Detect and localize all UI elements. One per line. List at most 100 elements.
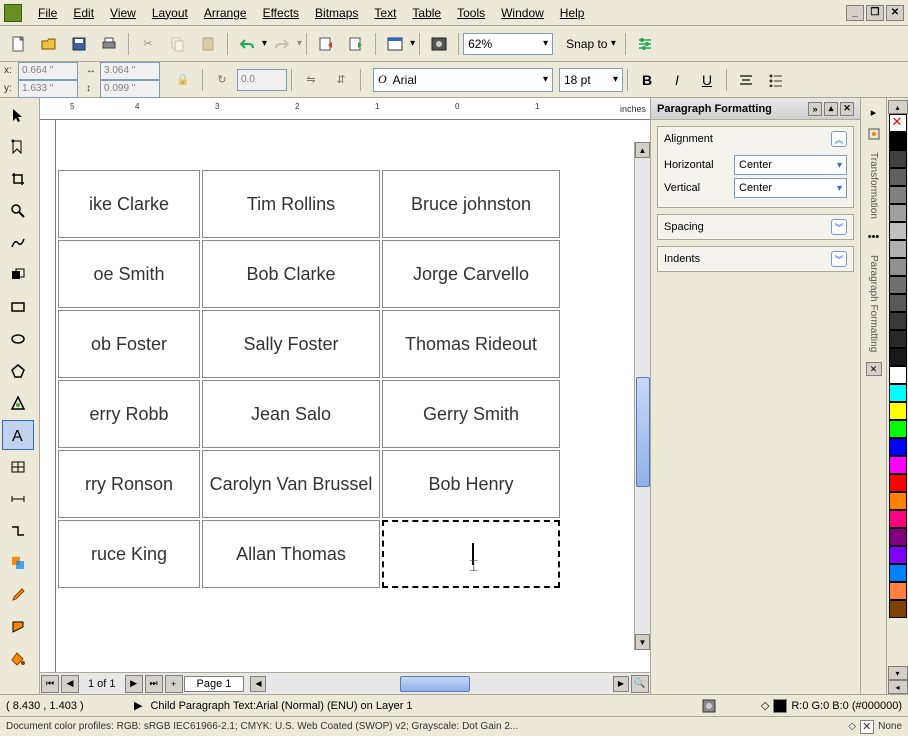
docker-tab-close-button[interactable]: ✕ (866, 362, 882, 376)
color-swatch[interactable] (889, 420, 907, 438)
menu-table[interactable]: Table (404, 3, 449, 23)
snap-to-combo[interactable]: Snap to ▾ (561, 33, 621, 55)
shape-tool[interactable] (2, 132, 34, 162)
freehand-tool[interactable] (2, 228, 34, 258)
scroll-left-button[interactable]: ◀ (250, 676, 266, 692)
interactive-tool[interactable] (2, 548, 34, 578)
redo-button[interactable] (269, 31, 295, 57)
horizontal-scroll-thumb[interactable] (400, 676, 470, 692)
table-cell[interactable]: erry Robb (58, 380, 200, 448)
color-swatch[interactable] (889, 348, 907, 366)
transformation-tab[interactable]: Transformation (868, 152, 879, 219)
table-cell[interactable]: ob Foster (58, 310, 200, 378)
font-size-combo[interactable]: 18 pt ▾ (559, 68, 623, 92)
color-swatch[interactable] (889, 582, 907, 600)
menu-edit[interactable]: Edit (65, 3, 102, 23)
horizontal-align-select[interactable]: Center▾ (734, 155, 847, 175)
color-swatch[interactable] (889, 222, 907, 240)
table-cell-editing[interactable]: ⌶ (382, 520, 560, 588)
color-swatch[interactable] (889, 366, 907, 384)
docker-expand-button[interactable]: » (808, 102, 822, 116)
table-cell[interactable]: Gerry Smith (382, 380, 560, 448)
ellipse-tool[interactable] (2, 324, 34, 354)
navigator-button[interactable]: 🔍 (631, 675, 649, 693)
cut-button[interactable]: ✂ (135, 31, 161, 57)
color-swatch[interactable] (889, 132, 907, 150)
prev-page-button[interactable]: ◀ (61, 675, 79, 693)
palette-flyout-button[interactable]: ◂ (888, 680, 908, 694)
last-page-button[interactable]: ⏭ (145, 675, 163, 693)
color-swatch[interactable] (889, 312, 907, 330)
color-swatch[interactable] (889, 330, 907, 348)
app-launcher-button[interactable] (382, 31, 408, 57)
scroll-up-button[interactable]: ▲ (635, 142, 650, 158)
document-canvas[interactable]: ike ClarkeTim RollinsBruce johnston oe S… (40, 120, 650, 672)
first-page-button[interactable]: ⏮ (41, 675, 59, 693)
table-cell[interactable]: Jorge Carvello (382, 240, 560, 308)
width-input[interactable] (100, 62, 160, 80)
docker-titlebar[interactable]: Paragraph Formatting » ▴ ✕ (651, 98, 860, 120)
menu-bitmaps[interactable]: Bitmaps (307, 3, 366, 23)
document-table[interactable]: ike ClarkeTim RollinsBruce johnston oe S… (56, 168, 562, 590)
font-combo[interactable]: O Arial ▾ (373, 68, 553, 92)
table-cell[interactable]: Carolyn Van Brussel (202, 450, 380, 518)
app-launcher-dropdown-icon[interactable]: ▾ (410, 38, 415, 49)
menu-file[interactable]: File (30, 3, 65, 23)
underline-button[interactable]: U (694, 68, 720, 92)
height-input[interactable] (100, 80, 160, 98)
paste-button[interactable] (195, 31, 221, 57)
undo-button[interactable] (234, 31, 260, 57)
page-tab[interactable]: Page 1 (184, 676, 245, 692)
color-swatch[interactable] (889, 456, 907, 474)
table-cell[interactable]: Bob Henry (382, 450, 560, 518)
object-properties-icon[interactable] (864, 124, 884, 144)
smart-fill-tool[interactable] (2, 260, 34, 290)
color-swatch[interactable] (889, 438, 907, 456)
menu-text[interactable]: Text (366, 3, 404, 23)
vertical-ruler[interactable] (40, 120, 56, 672)
expand-button[interactable]: ︾ (831, 219, 847, 235)
vertical-align-select[interactable]: Center▾ (734, 178, 847, 198)
next-page-button[interactable]: ▶ (125, 675, 143, 693)
menu-view[interactable]: View (102, 3, 144, 23)
open-button[interactable] (36, 31, 62, 57)
menu-window[interactable]: Window (493, 3, 552, 23)
save-button[interactable] (66, 31, 92, 57)
basic-shapes-tool[interactable] (2, 388, 34, 418)
import-button[interactable] (313, 31, 339, 57)
table-cell[interactable]: rry Ronson (58, 450, 200, 518)
table-cell[interactable]: Tim Rollins (202, 170, 380, 238)
color-swatch[interactable] (889, 168, 907, 186)
color-swatch[interactable] (889, 564, 907, 582)
table-cell[interactable]: Bob Clarke (202, 240, 380, 308)
menu-arrange[interactable]: Arrange (196, 3, 255, 23)
table-cell[interactable]: Sally Foster (202, 310, 380, 378)
options-button[interactable] (632, 31, 658, 57)
window-minimize-button[interactable]: _ (846, 5, 864, 21)
redo-dropdown-icon[interactable]: ▾ (297, 38, 302, 49)
scroll-down-button[interactable]: ▼ (635, 634, 650, 650)
connector-tool[interactable] (2, 516, 34, 546)
color-swatch[interactable] (889, 600, 907, 618)
dimension-tool[interactable] (2, 484, 34, 514)
bullets-button[interactable] (763, 67, 789, 93)
color-swatch[interactable] (889, 276, 907, 294)
table-cell[interactable]: Bruce johnston (382, 170, 560, 238)
color-swatch[interactable] (889, 240, 907, 258)
eyedropper-tool[interactable] (2, 580, 34, 610)
horizontal-ruler[interactable]: 5 4 3 2 1 0 1 inches (40, 98, 650, 120)
table-tool[interactable] (2, 452, 34, 482)
paragraph-formatting-tab[interactable]: Paragraph Formatting (868, 255, 879, 352)
menu-help[interactable]: Help (552, 3, 593, 23)
table-cell[interactable]: Thomas Rideout (382, 310, 560, 378)
add-page-button[interactable]: + (165, 675, 183, 693)
menu-effects[interactable]: Effects (255, 3, 307, 23)
lock-ratio-button[interactable]: 🔒 (170, 67, 196, 93)
menu-layout[interactable]: Layout (144, 3, 196, 23)
expand-button[interactable]: ︾ (831, 251, 847, 267)
table-cell[interactable]: ruce King (58, 520, 200, 588)
welcome-button[interactable] (426, 31, 452, 57)
palette-scroll-up-button[interactable]: ▴ (888, 100, 908, 114)
horizontal-scrollbar[interactable] (270, 676, 609, 692)
color-swatch[interactable] (889, 528, 907, 546)
